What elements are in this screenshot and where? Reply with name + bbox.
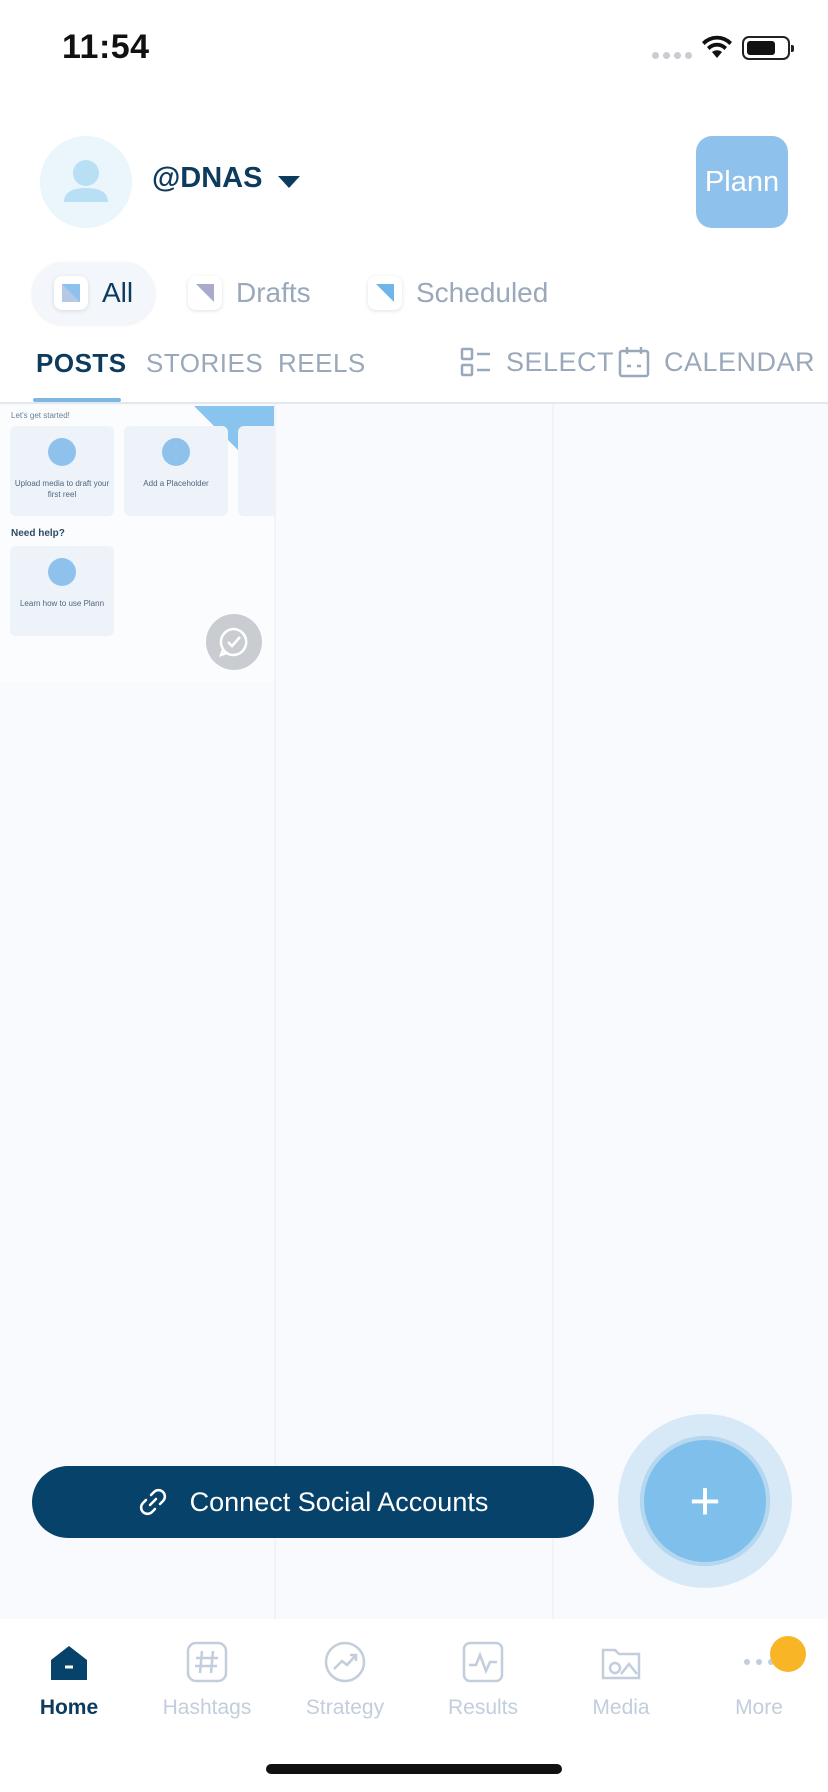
all-icon [54,276,88,310]
nav-strategy[interactable]: Strategy [276,1640,414,1720]
filter-scheduled[interactable]: Scheduled [368,262,548,324]
nav-hashtags[interactable]: Hashtags [138,1640,276,1720]
help-heading: Need help? [11,528,65,539]
status-time: 11:54 [62,28,150,66]
hashtag-icon [186,1641,228,1683]
tile-label: Add a Placeholder [143,479,209,488]
tile-label: Upload media to draft your first reel [14,479,110,499]
filter-label: Drafts [236,277,311,308]
plann-button[interactable]: Plann [696,136,788,228]
nav-media[interactable]: Media [552,1640,690,1720]
filter-drafts[interactable]: Drafts [188,262,311,324]
media-icon [601,1648,641,1680]
pulse-icon [462,1641,504,1683]
add-placeholder-tile[interactable]: Add a Placeholder [124,426,228,516]
signal-icon [652,52,692,59]
chat-check-icon [218,627,248,658]
link-icon [139,1488,166,1516]
drafts-icon [188,276,222,310]
card-intro: Let's get started! [11,411,70,420]
battery-icon [742,36,794,60]
home-icon [51,1646,87,1680]
select-label: SELECT [506,346,615,377]
tab-reels[interactable]: REELS [278,348,366,379]
upload-icon [48,438,76,466]
plus-icon: + [689,1471,721,1531]
chevron-down-icon[interactable] [278,176,300,188]
tab-posts[interactable]: POSTS [36,348,127,379]
notification-badge [770,1636,806,1672]
upload-media-tile[interactable]: Upload media to draft your first reel [10,426,114,516]
calendar-icon [618,347,650,378]
nav-label: Media [592,1696,650,1719]
nav-label: Hashtags [162,1696,252,1719]
wifi-icon [702,35,732,58]
filter-label: All [102,277,134,308]
select-button[interactable]: SELECT [460,346,614,378]
connect-social-accounts-button[interactable]: Connect Social Accounts [32,1466,594,1538]
learn-icon [48,558,76,586]
tab-stories[interactable]: STORIES [146,348,263,379]
calendar-label: CALENDAR [664,346,816,377]
nav-label: More [735,1696,783,1719]
nav-more[interactable]: More [690,1640,828,1720]
user-icon [64,160,108,202]
chat-check-button[interactable] [206,614,262,670]
nav-label: Strategy [305,1696,385,1719]
select-icon [460,347,490,377]
trend-icon [324,1641,366,1683]
scheduled-icon [368,276,402,310]
nav-label: Results [447,1696,519,1719]
home-indicator[interactable] [266,1764,562,1774]
calendar-button[interactable]: CALENDAR [618,346,815,378]
tile-label: Learn how to use Plann [19,599,105,608]
placeholder-icon [162,438,190,466]
partial-tile[interactable] [238,426,274,516]
learn-plann-tile[interactable]: Learn how to use Plann [10,546,114,636]
filter-all[interactable]: All [32,262,156,324]
nav-home[interactable]: Home [0,1640,138,1720]
filter-label: Scheduled [416,277,549,308]
connect-label: Connect Social Accounts [189,1486,489,1517]
account-handle[interactable]: @DNAS [152,162,262,195]
nav-results[interactable]: Results [414,1640,552,1720]
nav-label: Home [39,1696,99,1719]
add-post-button[interactable]: + [640,1436,770,1566]
avatar[interactable] [40,136,132,228]
